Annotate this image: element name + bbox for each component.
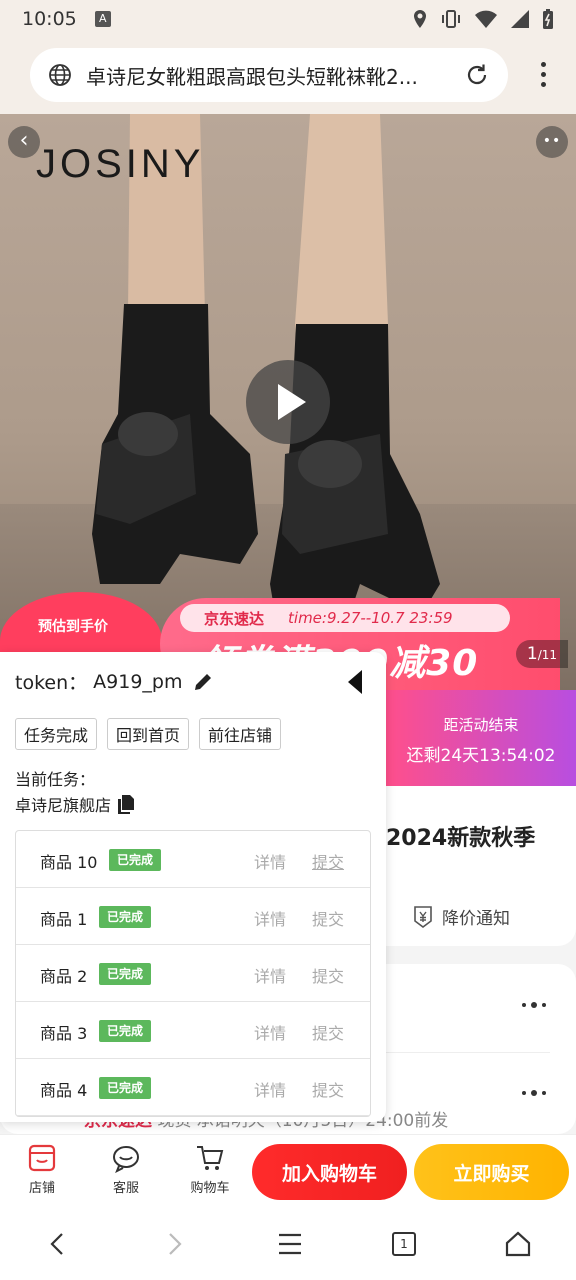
more-icon[interactable]: •• [536, 126, 568, 158]
location-icon [414, 10, 426, 28]
browser-menu-icon[interactable] [541, 62, 546, 87]
image-counter-current: 1 [526, 644, 538, 664]
status-badge: 已完成 [99, 906, 152, 928]
forward-arrow-icon[interactable] [160, 1230, 188, 1258]
more-options-icon-2[interactable] [522, 1090, 546, 1096]
status-badge: 已完成 [109, 849, 162, 871]
current-store: 卓诗尼旗舰店 [15, 792, 135, 816]
image-counter-total: /11 [537, 648, 558, 662]
price-alert-button[interactable]: 降价通知 [412, 904, 510, 929]
promo-banner-top: 京东速达 time:9.27--10.7 23:59 [180, 604, 510, 632]
task-detail-link[interactable]: 详情 [254, 963, 286, 987]
task-name: 商品 1 [40, 910, 88, 929]
page-title: 卓诗尼女靴粗跟高跟包头短靴袜靴2... [86, 64, 418, 89]
status-badge: 已完成 [99, 1020, 152, 1042]
service-label: 客服 [112, 1181, 139, 1196]
countdown-value: 还剩24天13:54:02 [406, 746, 556, 766]
store-icon [28, 1144, 56, 1172]
task-complete-button[interactable]: 任务完成 [15, 718, 98, 750]
service-button[interactable]: 客服 [96, 1143, 156, 1196]
wifi-icon [475, 10, 497, 28]
edit-icon[interactable] [192, 671, 214, 693]
play-icon [278, 384, 306, 420]
divider [386, 1052, 550, 1053]
task-row: 商品 4 已完成 详情 提交 [16, 1059, 370, 1116]
back-arrow-icon[interactable] [44, 1230, 72, 1258]
brand-logo: JOSINY [36, 142, 205, 186]
tabs-button[interactable]: 1 [392, 1232, 416, 1256]
task-submit-link[interactable]: 提交 [312, 849, 344, 873]
browser-nav-bar: 1 [0, 1208, 576, 1280]
current-task-label: 当前任务： [15, 770, 96, 789]
add-to-cart-button[interactable]: 加入购物车 [252, 1144, 407, 1200]
address-bar[interactable]: 卓诗尼女靴粗跟高跟包头短靴袜靴2... [30, 48, 508, 102]
status-badge: 已完成 [99, 963, 152, 985]
status-bar: 10:05 A [0, 0, 576, 38]
task-panel: token： A919_pm 任务完成 回到首页 前往店铺 当前任务： 卓诗尼旗… [0, 652, 386, 1122]
estimated-price-label: 预估到手价 [38, 619, 108, 635]
token-display: token： A919_pm [15, 668, 214, 695]
store-label: 店铺 [28, 1181, 55, 1196]
customer-service-icon [113, 1146, 139, 1173]
reload-icon[interactable] [464, 62, 490, 88]
task-detail-link[interactable]: 详情 [254, 1077, 286, 1101]
task-row: 商品 2 已完成 详情 提交 [16, 945, 370, 1002]
menu-icon[interactable] [276, 1230, 304, 1258]
task-name: 商品 3 [40, 1024, 88, 1043]
promo-time: time:9.27--10.7 23:59 [288, 609, 453, 627]
task-name: 商品 2 [40, 967, 88, 986]
play-video-button[interactable] [246, 360, 330, 444]
back-home-button[interactable]: 回到首页 [107, 718, 190, 750]
bottom-action-bar: 店铺 客服 购物车 加入购物车 立即购买 [0, 1134, 576, 1208]
task-submit-link[interactable]: 提交 [312, 1077, 344, 1101]
notification-icon: A [94, 11, 111, 27]
task-detail-link[interactable]: 详情 [254, 849, 286, 873]
status-badge: 已完成 [99, 1077, 152, 1099]
copy-icon[interactable] [117, 794, 135, 814]
countdown-label: 距活动结束 [443, 716, 519, 734]
product-title: 2024新款秋季 [386, 826, 536, 851]
task-row: 商品 10 已完成 详情 提交 [16, 831, 370, 888]
price-tag-icon [414, 905, 432, 928]
cart-icon [197, 1146, 224, 1170]
task-row: 商品 1 已完成 详情 提交 [16, 888, 370, 945]
back-icon[interactable]: ‹ [8, 126, 40, 158]
product-image-carousel[interactable]: JOSINY ‹ •• 预估到手价 京东速达 time:9.27--10.7 2… [0, 114, 576, 690]
cart-label: 购物车 [190, 1181, 230, 1196]
task-detail-link[interactable]: 详情 [254, 906, 286, 930]
buy-now-button[interactable]: 立即购买 [414, 1144, 569, 1200]
task-submit-link[interactable]: 提交 [312, 963, 344, 987]
task-list: 商品 10 已完成 详情 提交 商品 1 已完成 详情 提交 商品 2 已完成 … [15, 830, 371, 1117]
store-button[interactable]: 店铺 [12, 1143, 72, 1196]
browser-toolbar: 卓诗尼女靴粗跟高跟包头短靴袜靴2... [0, 38, 576, 114]
globe-icon [49, 64, 71, 86]
cart-button[interactable]: 购物车 [180, 1143, 240, 1196]
home-icon[interactable] [504, 1230, 532, 1258]
store-name: 卓诗尼旗舰店 [15, 796, 112, 815]
vibrate-icon [442, 10, 460, 28]
task-submit-link[interactable]: 提交 [312, 1020, 344, 1044]
image-counter: 1/11 [516, 640, 568, 668]
status-time: 10:05 [22, 8, 77, 30]
go-to-store-button[interactable]: 前往店铺 [199, 718, 282, 750]
signal-icon [511, 10, 529, 28]
task-submit-link[interactable]: 提交 [312, 906, 344, 930]
token-label: token： [15, 672, 88, 694]
battery-icon [543, 9, 553, 29]
collapse-panel-icon[interactable] [348, 670, 362, 694]
more-options-icon[interactable] [522, 1002, 546, 1008]
price-alert-label: 降价通知 [442, 909, 510, 929]
task-name: 商品 10 [40, 853, 98, 872]
task-row: 商品 3 已完成 详情 提交 [16, 1002, 370, 1059]
token-value: A919_pm [93, 670, 183, 693]
panel-actions: 任务完成 回到首页 前往店铺 [15, 718, 282, 750]
task-name: 商品 4 [40, 1081, 88, 1100]
promo-express: 京东速达 [204, 609, 265, 628]
task-detail-link[interactable]: 详情 [254, 1020, 286, 1044]
countdown-banner: 距活动结束 还剩24天13:54:02 [386, 690, 576, 786]
status-icons [412, 8, 554, 30]
